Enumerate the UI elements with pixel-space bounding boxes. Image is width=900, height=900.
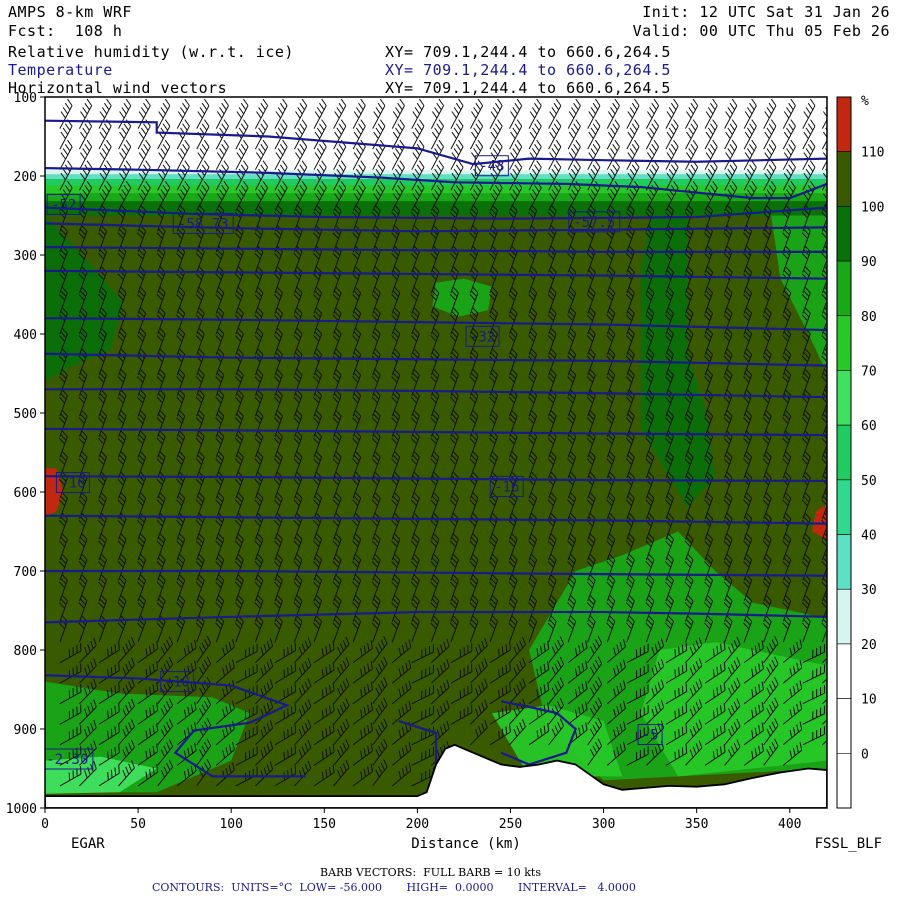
figure-root: { "header": { "model": "AMPS 8-km WRF", …: [0, 0, 900, 900]
contour-label: -57.5: [573, 215, 615, 231]
colorbar-swatch: [836, 424, 852, 481]
colorbar-tick-label: 0: [861, 747, 869, 762]
colorbar-tick-label: 100: [861, 200, 884, 215]
colorbar-swatch: [836, 588, 852, 645]
x-tick-label: 100: [219, 817, 242, 832]
y-tick-label: 700: [14, 565, 37, 580]
colorbar-tick-label: 90: [861, 255, 877, 270]
y-tick-label: 1000: [6, 802, 37, 817]
colorbar-swatch: [836, 479, 852, 535]
y-tick-label: 100: [14, 91, 37, 106]
contour-label: -48: [479, 159, 504, 175]
colorbar-swatch: [836, 96, 852, 152]
right-station-label: FSSL_BLF: [815, 836, 882, 852]
contour-legend: CONTOURS: UNITS=°C LOW= -56.000 HIGH= 0.…: [152, 881, 636, 894]
contour-label: -5: [642, 728, 659, 744]
colorbar-tick-label: 10: [861, 693, 877, 708]
colorbar-swatch: [836, 698, 852, 754]
x-tick-label: 50: [130, 817, 146, 832]
colorbar-tick-label: 40: [861, 529, 877, 544]
contour-label: -10: [165, 675, 190, 691]
colorbar-tick-label: 30: [861, 583, 877, 598]
y-tick-label: 600: [14, 486, 37, 501]
colorbar-swatch: [836, 370, 852, 426]
x-tick-label: 0: [41, 817, 49, 832]
y-tick-label: 400: [14, 328, 37, 343]
colorbar-swatch: [836, 315, 852, 371]
y-tick-label: 200: [14, 170, 37, 185]
y-tick-label: 800: [14, 644, 37, 659]
y-tick-label: 300: [14, 249, 37, 264]
colorbar-unit-label: %: [861, 94, 869, 109]
colorbar-swatch: [836, 151, 852, 207]
colorbar-swatch: [836, 260, 852, 317]
colorbar-tick-label: 110: [861, 146, 884, 161]
plot-area: -48 -52 -58.73 -57.5 -32 -16 -16 -10 -5 -2.30: [45, 97, 827, 808]
colorbar-swatch: [836, 206, 852, 262]
x-tick-label: 200: [406, 817, 429, 832]
left-station-label: EGAR: [71, 836, 105, 852]
x-tick-label: 400: [778, 817, 801, 832]
contour-label: -2.30: [46, 752, 88, 768]
contour-label: -16: [494, 479, 519, 495]
colorbar-tick-label: 60: [861, 419, 877, 434]
colorbar-tick-label: 70: [861, 364, 877, 379]
y-tick-label: 900: [14, 723, 37, 738]
colorbar-swatch: [836, 534, 852, 590]
x-tick-label: 250: [499, 817, 522, 832]
contour-label: -32: [470, 329, 495, 345]
colorbar-tick-label: 20: [861, 638, 877, 653]
colorbar-swatch: [836, 643, 852, 699]
y-tick-label: 500: [14, 407, 37, 422]
barb-legend: BARB VECTORS: FULL BARB = 10 kts: [320, 866, 541, 879]
cross-section-plot: -48-52-58.73 -57.5-32-16 -16-10-5-2.301002…: [6, 91, 885, 852]
colorbar-swatch: [836, 753, 852, 809]
x-tick-label: 150: [313, 817, 336, 832]
colorbar-tick-label: 80: [861, 310, 877, 325]
contour-label: -16: [60, 476, 85, 492]
x-tick-label: 350: [685, 817, 708, 832]
x-tick-label: 300: [592, 817, 615, 832]
colorbar-tick-label: 50: [861, 474, 877, 489]
contour-label: -52: [51, 197, 76, 213]
contour-label: -58.73: [178, 216, 229, 232]
rh-patch-lower-right-bright: [640, 642, 827, 777]
x-axis-label: Distance (km): [411, 836, 521, 852]
